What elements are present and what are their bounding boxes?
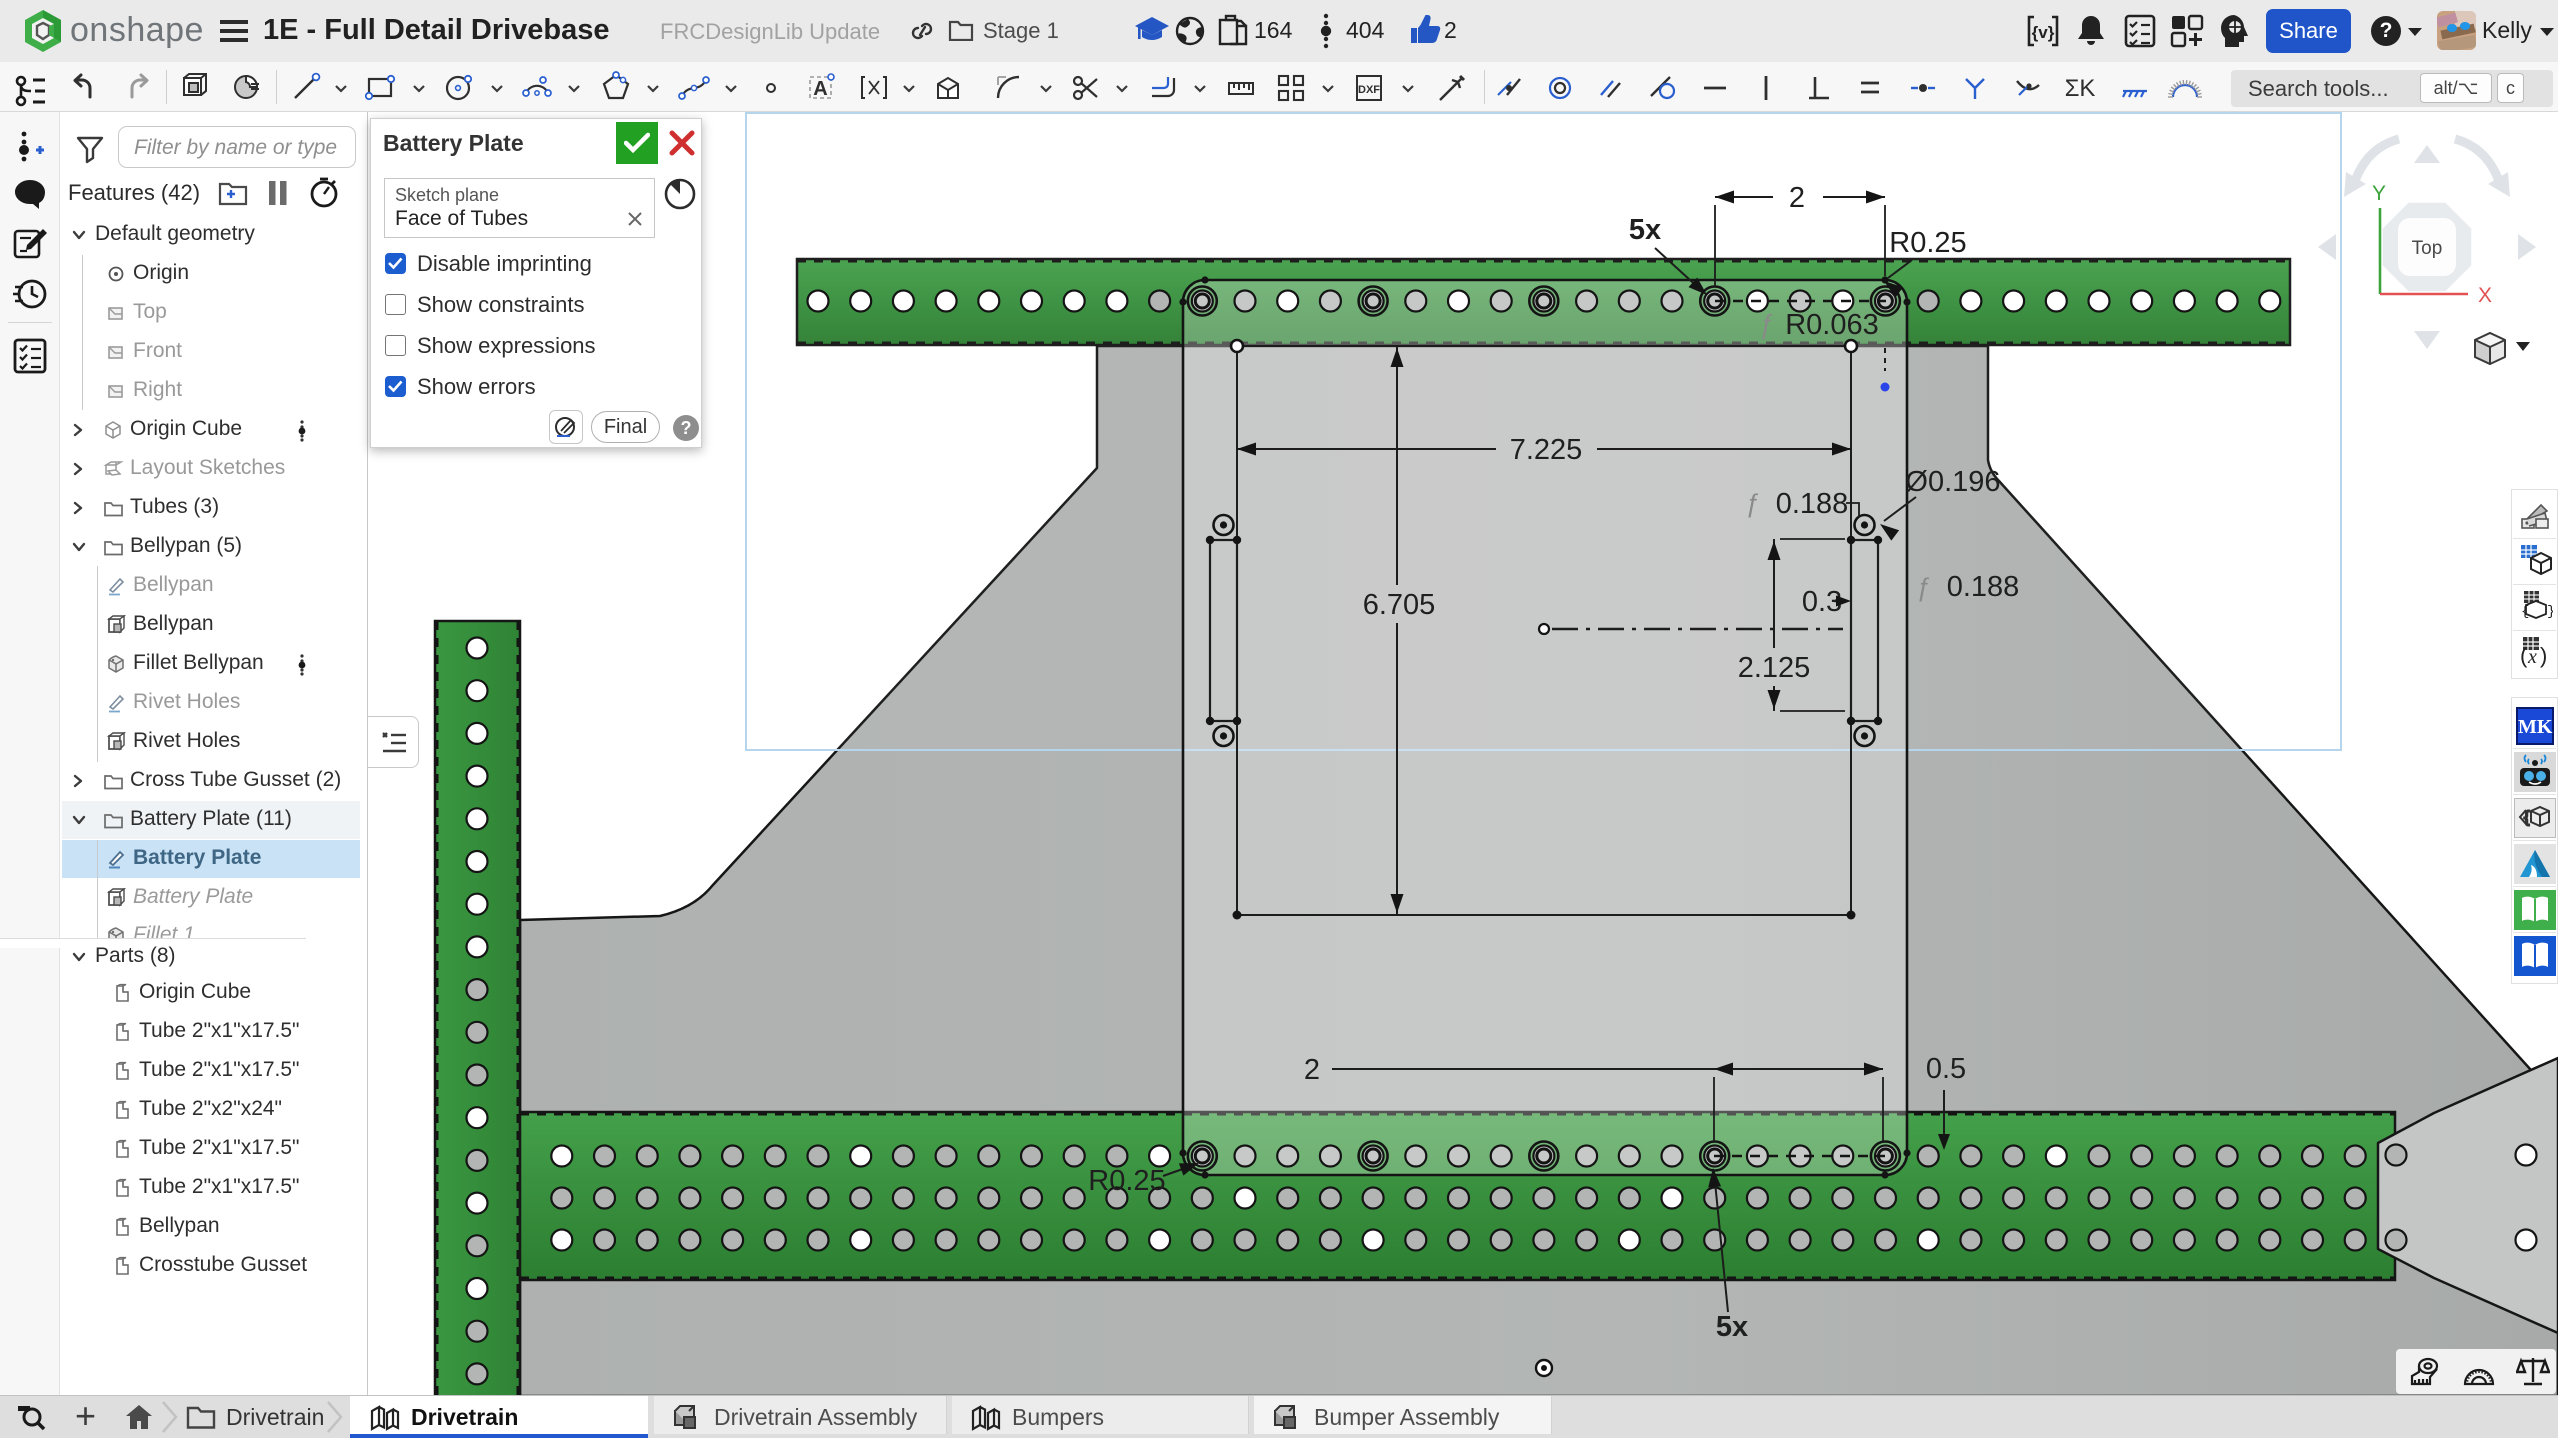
svg-text:): ) <box>2540 643 2547 668</box>
svg-text:Top: Top <box>2412 238 2443 259</box>
svg-text:Ø0.196: Ø0.196 <box>1905 466 2000 498</box>
svg-text:R0.063: R0.063 <box>1785 309 1879 341</box>
svg-text:6.705: 6.705 <box>1363 589 1436 621</box>
svg-text:A: A <box>813 78 827 100</box>
svg-text:{: { <box>2521 604 2529 620</box>
svg-text:ƒ: ƒ <box>1758 309 1773 339</box>
svg-text:}: } <box>2547 604 2553 620</box>
svg-text:R0.25: R0.25 <box>1088 1165 1165 1197</box>
svg-text:x: x <box>2527 646 2537 668</box>
svg-text:ƒ: ƒ <box>1916 572 1930 602</box>
svg-text:ΣΚ: ΣΚ <box>2065 75 2096 102</box>
svg-text:0.188: 0.188 <box>1947 571 2020 603</box>
svg-text:2: 2 <box>1789 182 1805 214</box>
svg-text:ƒ: ƒ <box>1745 488 1759 518</box>
svg-text:DXF: DXF <box>1358 84 1380 96</box>
svg-text:0.5: 0.5 <box>1926 1053 1966 1085</box>
svg-text:5x: 5x <box>1629 214 1661 246</box>
svg-text:0.188: 0.188 <box>1776 488 1849 520</box>
svg-text:{: { <box>2524 809 2530 826</box>
svg-text:7.225: 7.225 <box>1510 434 1583 466</box>
svg-text:{v}: {v} <box>2032 23 2055 42</box>
svg-text:2: 2 <box>1304 1054 1320 1086</box>
svg-text:X: X <box>2478 284 2492 307</box>
svg-text:Y: Y <box>2372 182 2386 205</box>
svg-text:R0.25: R0.25 <box>1889 227 1966 259</box>
svg-text:2.125: 2.125 <box>1738 652 1811 684</box>
svg-text:(: ( <box>2520 643 2528 668</box>
svg-text:5x: 5x <box>1716 1311 1748 1343</box>
